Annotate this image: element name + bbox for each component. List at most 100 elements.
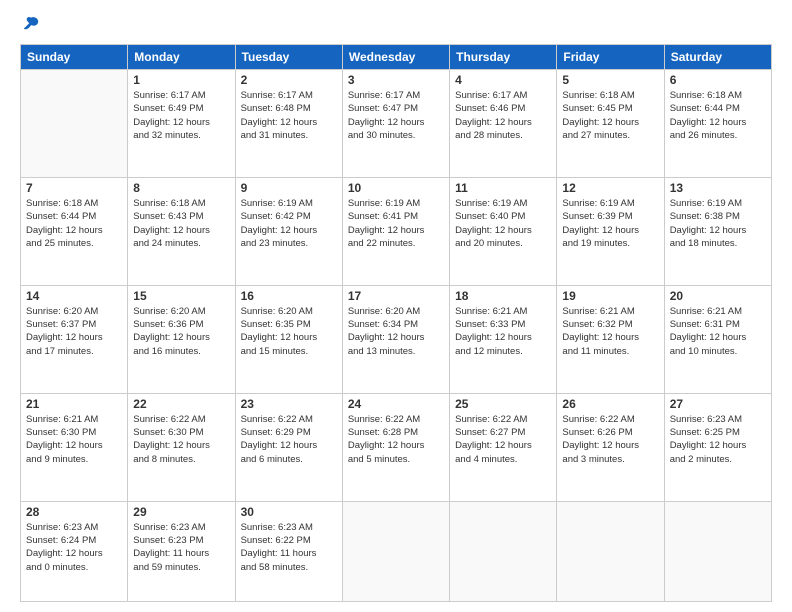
logo: [20, 16, 40, 34]
calendar-day-cell: 30 Sunrise: 6:23 AM Sunset: 6:22 PM Dayli…: [235, 501, 342, 601]
calendar-day-cell: 24 Sunrise: 6:22 AM Sunset: 6:28 PM Dayli…: [342, 393, 449, 501]
calendar-day-cell: 26 Sunrise: 6:22 AM Sunset: 6:26 PM Dayli…: [557, 393, 664, 501]
calendar-week-row: 14 Sunrise: 6:20 AM Sunset: 6:37 PM Dayli…: [21, 285, 772, 393]
calendar-day-cell: 4Sunrise: 6:17 AM Sunset: 6:46 PM Daylig…: [450, 70, 557, 178]
day-number: 26: [562, 397, 658, 411]
calendar-day-cell: 22 Sunrise: 6:22 AM Sunset: 6:30 PM Dayli…: [128, 393, 235, 501]
page: SundayMondayTuesdayWednesdayThursdayFrid…: [0, 0, 792, 612]
calendar-day-cell: 9 Sunrise: 6:19 AM Sunset: 6:42 PM Daylig…: [235, 177, 342, 285]
calendar-day-cell: 21 Sunrise: 6:21 AM Sunset: 6:30 PM Dayli…: [21, 393, 128, 501]
day-number: 29: [133, 505, 229, 519]
day-number: 17: [348, 289, 444, 303]
day-number: 27: [670, 397, 766, 411]
calendar-week-row: 28 Sunrise: 6:23 AM Sunset: 6:24 PM Dayli…: [21, 501, 772, 601]
day-number: 5: [562, 73, 658, 87]
calendar-day-cell: 14 Sunrise: 6:20 AM Sunset: 6:37 PM Dayli…: [21, 285, 128, 393]
day-info: Sunrise: 6:19 AM Sunset: 6:41 PM Dayligh…: [348, 197, 444, 250]
day-info: Sunrise: 6:18 AM Sunset: 6:44 PM Dayligh…: [26, 197, 122, 250]
calendar-day-cell: 8 Sunrise: 6:18 AM Sunset: 6:43 PM Daylig…: [128, 177, 235, 285]
day-info: Sunrise: 6:20 AM Sunset: 6:36 PM Dayligh…: [133, 305, 229, 358]
day-info: Sunrise: 6:19 AM Sunset: 6:40 PM Dayligh…: [455, 197, 551, 250]
weekday-header-tuesday: Tuesday: [235, 45, 342, 70]
day-number: 21: [26, 397, 122, 411]
day-number: 9: [241, 181, 337, 195]
logo-bird-icon: [22, 16, 40, 34]
calendar-day-cell: 18 Sunrise: 6:21 AM Sunset: 6:33 PM Dayli…: [450, 285, 557, 393]
day-number: 16: [241, 289, 337, 303]
weekday-header-wednesday: Wednesday: [342, 45, 449, 70]
day-number: 15: [133, 289, 229, 303]
weekday-header-monday: Monday: [128, 45, 235, 70]
calendar-day-cell: 2 Sunrise: 6:17 AM Sunset: 6:48 PM Daylig…: [235, 70, 342, 178]
day-number: 20: [670, 289, 766, 303]
day-number: 25: [455, 397, 551, 411]
calendar-day-cell: 12Sunrise: 6:19 AM Sunset: 6:39 PM Dayli…: [557, 177, 664, 285]
calendar-day-cell: 5 Sunrise: 6:18 AM Sunset: 6:45 PM Daylig…: [557, 70, 664, 178]
day-info: Sunrise: 6:20 AM Sunset: 6:37 PM Dayligh…: [26, 305, 122, 358]
calendar-header-row: SundayMondayTuesdayWednesdayThursdayFrid…: [21, 45, 772, 70]
day-number: 4: [455, 73, 551, 87]
day-number: 3: [348, 73, 444, 87]
calendar-day-cell: [342, 501, 449, 601]
day-info: Sunrise: 6:21 AM Sunset: 6:32 PM Dayligh…: [562, 305, 658, 358]
calendar-day-cell: 25Sunrise: 6:22 AM Sunset: 6:27 PM Dayli…: [450, 393, 557, 501]
day-info: Sunrise: 6:17 AM Sunset: 6:47 PM Dayligh…: [348, 89, 444, 142]
calendar-week-row: 1 Sunrise: 6:17 AM Sunset: 6:49 PM Daylig…: [21, 70, 772, 178]
day-info: Sunrise: 6:18 AM Sunset: 6:45 PM Dayligh…: [562, 89, 658, 142]
day-number: 6: [670, 73, 766, 87]
weekday-header-thursday: Thursday: [450, 45, 557, 70]
day-number: 30: [241, 505, 337, 519]
day-info: Sunrise: 6:18 AM Sunset: 6:43 PM Dayligh…: [133, 197, 229, 250]
day-number: 2: [241, 73, 337, 87]
header: [20, 16, 772, 34]
calendar-day-cell: [450, 501, 557, 601]
day-number: 22: [133, 397, 229, 411]
day-number: 12: [562, 181, 658, 195]
weekday-header-sunday: Sunday: [21, 45, 128, 70]
day-info: Sunrise: 6:18 AM Sunset: 6:44 PM Dayligh…: [670, 89, 766, 142]
day-info: Sunrise: 6:21 AM Sunset: 6:33 PM Dayligh…: [455, 305, 551, 358]
calendar-table: SundayMondayTuesdayWednesdayThursdayFrid…: [20, 44, 772, 602]
day-number: 19: [562, 289, 658, 303]
day-number: 10: [348, 181, 444, 195]
day-info: Sunrise: 6:19 AM Sunset: 6:42 PM Dayligh…: [241, 197, 337, 250]
day-info: Sunrise: 6:17 AM Sunset: 6:48 PM Dayligh…: [241, 89, 337, 142]
day-info: Sunrise: 6:20 AM Sunset: 6:34 PM Dayligh…: [348, 305, 444, 358]
day-info: Sunrise: 6:21 AM Sunset: 6:30 PM Dayligh…: [26, 413, 122, 466]
day-info: Sunrise: 6:23 AM Sunset: 6:24 PM Dayligh…: [26, 521, 122, 574]
day-info: Sunrise: 6:20 AM Sunset: 6:35 PM Dayligh…: [241, 305, 337, 358]
day-number: 23: [241, 397, 337, 411]
day-info: Sunrise: 6:19 AM Sunset: 6:38 PM Dayligh…: [670, 197, 766, 250]
day-info: Sunrise: 6:22 AM Sunset: 6:26 PM Dayligh…: [562, 413, 658, 466]
day-info: Sunrise: 6:23 AM Sunset: 6:23 PM Dayligh…: [133, 521, 229, 574]
logo-text: [20, 16, 40, 34]
day-number: 1: [133, 73, 229, 87]
day-number: 8: [133, 181, 229, 195]
calendar-day-cell: [557, 501, 664, 601]
calendar-day-cell: [21, 70, 128, 178]
day-number: 14: [26, 289, 122, 303]
calendar-day-cell: 13 Sunrise: 6:19 AM Sunset: 6:38 PM Dayli…: [664, 177, 771, 285]
day-info: Sunrise: 6:23 AM Sunset: 6:22 PM Dayligh…: [241, 521, 337, 574]
calendar-day-cell: 27 Sunrise: 6:23 AM Sunset: 6:25 PM Dayli…: [664, 393, 771, 501]
calendar-day-cell: 15 Sunrise: 6:20 AM Sunset: 6:36 PM Dayli…: [128, 285, 235, 393]
calendar-week-row: 7Sunrise: 6:18 AM Sunset: 6:44 PM Daylig…: [21, 177, 772, 285]
day-info: Sunrise: 6:17 AM Sunset: 6:49 PM Dayligh…: [133, 89, 229, 142]
calendar-day-cell: 6 Sunrise: 6:18 AM Sunset: 6:44 PM Daylig…: [664, 70, 771, 178]
calendar-day-cell: 20Sunrise: 6:21 AM Sunset: 6:31 PM Dayli…: [664, 285, 771, 393]
weekday-header-friday: Friday: [557, 45, 664, 70]
day-number: 13: [670, 181, 766, 195]
calendar-day-cell: 17 Sunrise: 6:20 AM Sunset: 6:34 PM Dayli…: [342, 285, 449, 393]
calendar-day-cell: 19 Sunrise: 6:21 AM Sunset: 6:32 PM Dayli…: [557, 285, 664, 393]
day-number: 11: [455, 181, 551, 195]
day-info: Sunrise: 6:22 AM Sunset: 6:28 PM Dayligh…: [348, 413, 444, 466]
day-number: 18: [455, 289, 551, 303]
day-info: Sunrise: 6:23 AM Sunset: 6:25 PM Dayligh…: [670, 413, 766, 466]
calendar-day-cell: [664, 501, 771, 601]
weekday-header-saturday: Saturday: [664, 45, 771, 70]
day-number: 28: [26, 505, 122, 519]
day-info: Sunrise: 6:22 AM Sunset: 6:30 PM Dayligh…: [133, 413, 229, 466]
calendar-day-cell: 28 Sunrise: 6:23 AM Sunset: 6:24 PM Dayli…: [21, 501, 128, 601]
day-number: 24: [348, 397, 444, 411]
calendar-day-cell: 7Sunrise: 6:18 AM Sunset: 6:44 PM Daylig…: [21, 177, 128, 285]
